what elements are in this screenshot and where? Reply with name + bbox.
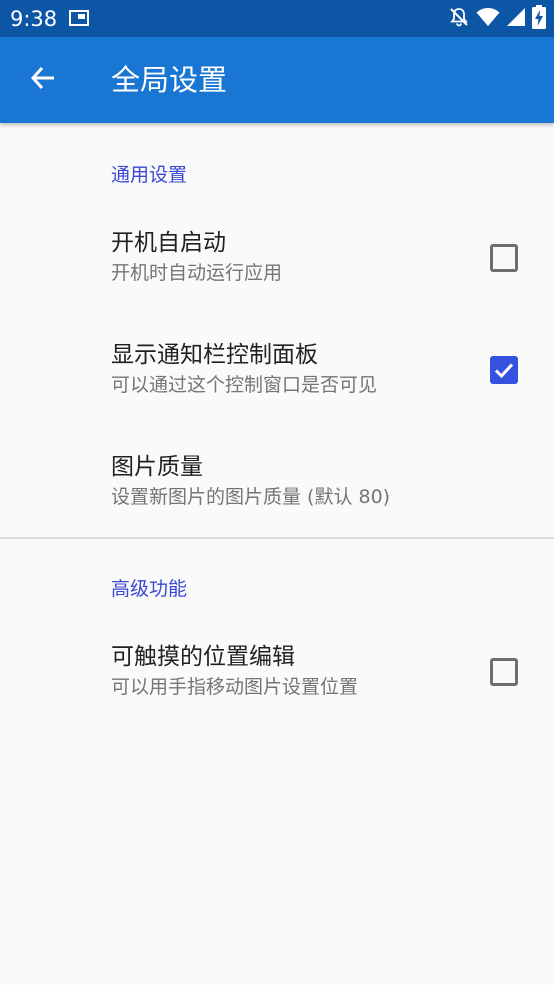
section-header-general: 通用设置: [111, 164, 188, 186]
pref-image-quality[interactable]: 图片质量 设置新图片的图片质量 (默认 80): [0, 452, 554, 564]
pref-summary: 可以用手指移动图片设置位置: [111, 676, 359, 698]
check-icon: [490, 356, 518, 384]
notifications-off-icon: [448, 6, 470, 32]
arrow-back-icon: [29, 64, 57, 96]
pref-autostart[interactable]: 开机自启动 开机时自动运行应用: [0, 228, 554, 340]
status-icons: [448, 5, 546, 33]
pref-touch-position-edit[interactable]: 可触摸的位置编辑 可以用手指移动图片设置位置: [0, 642, 554, 754]
pref-summary: 设置新图片的图片质量 (默认 80): [111, 486, 391, 508]
signal-icon: [506, 7, 526, 31]
status-time: 9:38: [10, 7, 58, 31]
status-bar: 9:38: [0, 0, 554, 37]
pref-title: 开机自启动: [111, 230, 226, 256]
app-bar: 全局设置: [0, 37, 554, 123]
section-divider: [0, 537, 554, 539]
pref-title: 显示通知栏控制面板: [111, 342, 318, 368]
pref-title: 图片质量: [111, 454, 203, 480]
battery-charging-icon: [532, 5, 546, 33]
notification-panel-checkbox[interactable]: [490, 356, 518, 384]
pref-summary: 开机时自动运行应用: [111, 262, 283, 284]
back-button[interactable]: [15, 52, 71, 108]
touch-position-edit-checkbox[interactable]: [490, 658, 518, 686]
section-header-advanced: 高级功能: [111, 578, 188, 600]
wifi-icon: [476, 7, 500, 31]
pref-summary: 可以通过这个控制窗口是否可见: [111, 374, 378, 396]
screen-record-icon: [69, 10, 89, 26]
autostart-checkbox[interactable]: [490, 244, 518, 272]
page-title: 全局设置: [111, 63, 228, 97]
pref-title: 可触摸的位置编辑: [111, 644, 295, 670]
pref-notification-panel[interactable]: 显示通知栏控制面板 可以通过这个控制窗口是否可见: [0, 340, 554, 452]
